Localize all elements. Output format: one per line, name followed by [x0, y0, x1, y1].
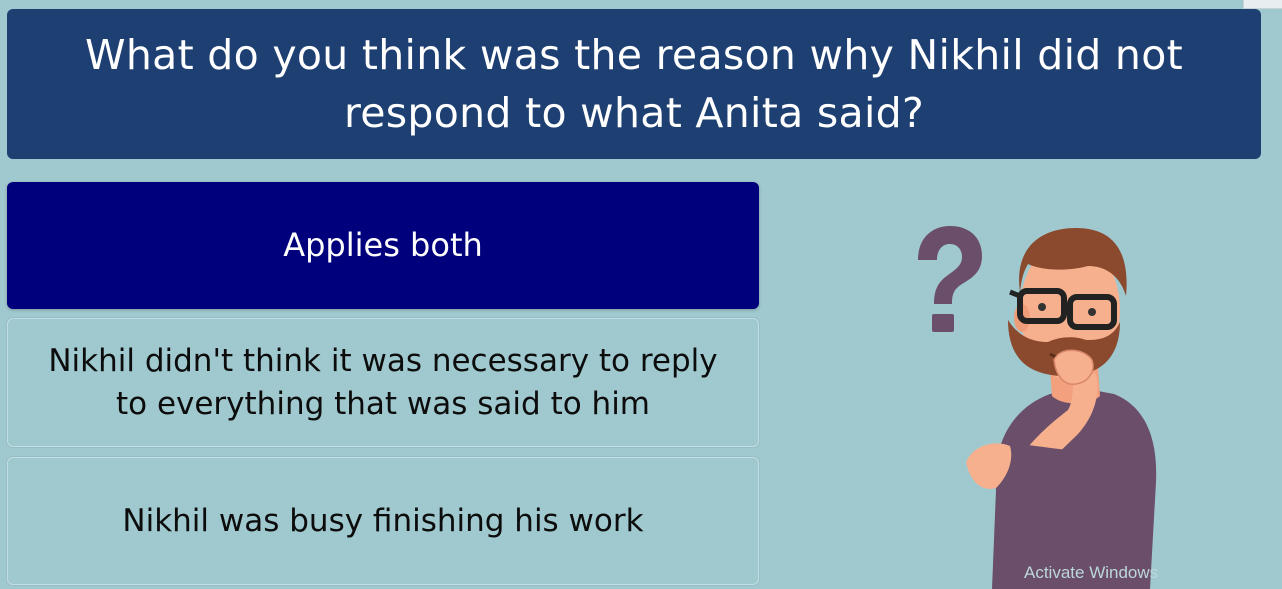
answer-option-applies-both[interactable]: Applies both [7, 182, 759, 309]
thinking-man-question-mark-icon [918, 226, 1157, 589]
quiz-page: What do you think was the reason why Nik… [0, 0, 1282, 589]
top-strip [0, 0, 1282, 8]
answer-option-label: Nikhil was busy finishing his work [122, 502, 644, 539]
answer-option-label: Applies both [283, 226, 483, 264]
activate-windows-watermark: Activate Windows [1024, 563, 1159, 582]
question-box: What do you think was the reason why Nik… [7, 9, 1261, 159]
answer-option-busy-working[interactable]: Nikhil was busy finishing his work [7, 457, 759, 585]
question-mark-icon [918, 226, 982, 332]
answer-option-not-necessary[interactable]: Nikhil didn't think it was necessary to … [7, 318, 759, 447]
answer-option-label: Nikhil didn't think it was necessary to … [48, 342, 718, 422]
window-corner-tab [1243, 0, 1282, 9]
question-text: What do you think was the reason why Nik… [85, 31, 1183, 137]
